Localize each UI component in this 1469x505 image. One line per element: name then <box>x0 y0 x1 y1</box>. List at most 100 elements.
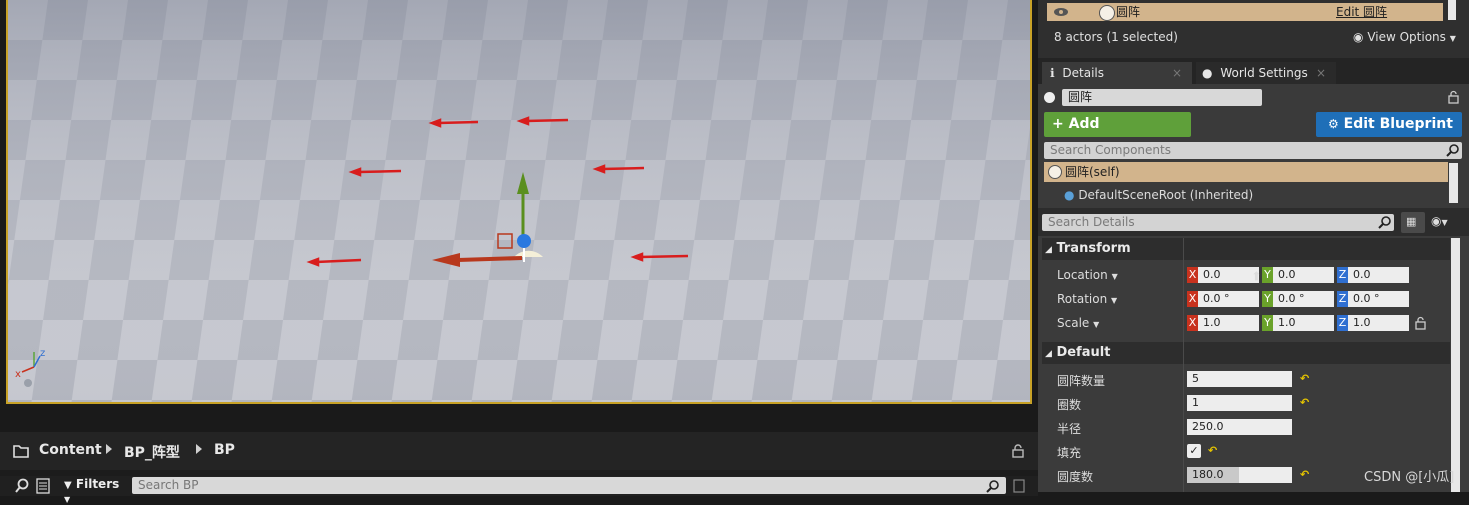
actor-icon <box>1048 165 1062 179</box>
search-components-placeholder: Search Components <box>1050 143 1171 157</box>
components-scrollbar[interactable] <box>1449 163 1458 203</box>
property-matrix-button[interactable]: ▦ <box>1401 212 1425 233</box>
arc-degrees-value: 180.0 <box>1192 468 1224 481</box>
lock-icon[interactable] <box>1447 90 1461 104</box>
scale-x-field[interactable]: X 1.0 <box>1187 315 1259 331</box>
search-details-input[interactable]: Search Details <box>1042 214 1394 231</box>
outliner-edit-link[interactable]: Edit 圆阵 <box>1336 3 1387 21</box>
eye-icon: ◉ <box>1353 30 1364 44</box>
tab-details[interactable]: ℹ Details × <box>1042 62 1192 84</box>
prop-scale: Scale ▼ X 1.0 Y 1.0 Z 1.0 <box>1042 312 1450 336</box>
breadcrumb-bp-formation[interactable]: BP_阵型 <box>124 442 180 462</box>
view-options-button[interactable]: ◉ View Options ▼ <box>1353 30 1456 44</box>
add-component-button[interactable]: + Add Component ▼ <box>1044 112 1191 157</box>
location-y-value[interactable]: 0.0 <box>1273 267 1334 283</box>
reset-default-icon[interactable]: ↶ <box>1300 396 1309 409</box>
content-browser: Content BP_阵型 BP ▼ Filters ▼ Search BP <box>0 404 1038 504</box>
scale-y-field[interactable]: Y 1.0 <box>1262 315 1334 331</box>
scale-x-value[interactable]: 1.0 <box>1198 315 1259 331</box>
details-view-options-button[interactable]: ◉▼ <box>1431 214 1448 228</box>
actor-icon <box>1099 5 1115 21</box>
rotation-x-field[interactable]: X 0.0 ° <box>1187 291 1259 307</box>
radius-label: 半径 <box>1057 422 1082 436</box>
details-scrollbar[interactable] <box>1451 238 1460 492</box>
eye-icon: ◉ <box>1431 214 1442 228</box>
x-axis-badge: X <box>1187 315 1198 331</box>
breadcrumb-bp[interactable]: BP <box>214 442 235 458</box>
ring-count-label: 圈数 <box>1057 398 1082 412</box>
location-z-value[interactable]: 0.0 <box>1348 267 1409 283</box>
rotation-y-value[interactable]: 0.0 ° <box>1273 291 1334 307</box>
y-axis-badge: Y <box>1262 315 1273 331</box>
scale-z-value[interactable]: 1.0 <box>1348 315 1409 331</box>
search-details-placeholder: Search Details <box>1048 215 1135 229</box>
rotation-label[interactable]: Rotation ▼ <box>1057 292 1117 306</box>
edit-blueprint-button[interactable]: ⚙ Edit Blueprint ▼ <box>1316 112 1462 156</box>
array-count-label: 圆阵数量 <box>1057 374 1106 388</box>
level-viewport[interactable]: x z <box>6 0 1032 404</box>
location-x-field[interactable]: X 0.0 ⬈ <box>1187 267 1265 284</box>
section-transform[interactable]: ◢ Transform <box>1042 238 1450 260</box>
search-icon[interactable] <box>1378 215 1392 229</box>
breadcrumb-separator-icon[interactable] <box>196 444 202 454</box>
scale-label[interactable]: Scale ▼ <box>1057 316 1099 330</box>
section-default[interactable]: ◢ Default <box>1042 342 1450 364</box>
z-axis-badge: Z <box>1337 315 1348 331</box>
actor-name-field[interactable]: 圆阵 <box>1062 89 1262 106</box>
search-components-input[interactable]: Search Components <box>1044 142 1462 159</box>
component-self[interactable]: 圆阵(self) <box>1044 162 1448 182</box>
component-default-scene-root[interactable]: ● DefaultSceneRoot (Inherited) <box>1064 188 1253 202</box>
breadcrumb-content[interactable]: Content <box>39 442 102 458</box>
folder-icon <box>13 445 29 458</box>
filters-button[interactable]: ▼ Filters ▼ <box>64 477 128 504</box>
location-z-field[interactable]: Z 0.0 <box>1337 267 1409 283</box>
rotation-z-field[interactable]: Z 0.0 ° <box>1337 291 1409 307</box>
reset-default-icon[interactable]: ↶ <box>1300 468 1309 481</box>
content-search-input[interactable]: Search BP <box>132 477 1006 494</box>
breadcrumb-separator-icon[interactable] <box>106 444 112 454</box>
chevron-down-icon: ▼ <box>1111 272 1118 281</box>
location-y-field[interactable]: Y 0.0 <box>1262 267 1334 283</box>
actor-count: 8 actors (1 selected) <box>1054 30 1178 44</box>
outliner-selected-row[interactable]: 圆阵 Edit 圆阵 <box>1047 3 1443 21</box>
rotation-y-field[interactable]: Y 0.0 ° <box>1262 291 1334 307</box>
breadcrumb: Content BP_阵型 BP <box>0 432 1038 470</box>
search-icon[interactable] <box>986 479 1000 493</box>
lock-icon[interactable] <box>1415 316 1427 330</box>
globe-icon: ● <box>1202 66 1213 80</box>
ring-count-input[interactable]: 1 <box>1187 395 1292 411</box>
rotation-x-value[interactable]: 0.0 ° <box>1198 291 1259 307</box>
tab-world-settings[interactable]: ● World Settings × <box>1196 62 1336 84</box>
actor-icon <box>1044 92 1055 103</box>
eye-icon[interactable] <box>1053 7 1069 17</box>
array-count-input[interactable]: 5 <box>1187 371 1292 387</box>
world-outliner: 圆阵 Edit 圆阵 8 actors (1 selected) ◉ View … <box>1038 0 1469 58</box>
reset-default-icon[interactable]: ↶ <box>1300 372 1309 385</box>
grid-icon: ▦ <box>1406 215 1417 228</box>
radius-input[interactable]: 250.0 <box>1187 419 1292 435</box>
chevron-down-icon: ▼ <box>1449 34 1456 43</box>
close-icon[interactable]: × <box>1316 62 1326 84</box>
save-icon[interactable] <box>1013 479 1025 493</box>
svg-text:x: x <box>15 369 21 380</box>
lock-icon[interactable] <box>1011 444 1025 458</box>
fill-checkbox[interactable]: ✓ <box>1187 444 1201 458</box>
scale-z-field[interactable]: Z 1.0 <box>1337 315 1409 331</box>
gear-icon: ⚙ <box>1328 117 1339 131</box>
component-self-label: 圆阵(self) <box>1065 165 1120 179</box>
outliner-scrollbar[interactable] <box>1448 0 1456 20</box>
location-label[interactable]: Location ▼ <box>1057 268 1118 282</box>
chevron-down-icon: ▼ <box>1111 296 1118 305</box>
section-default-label: Default <box>1056 345 1111 360</box>
y-axis-badge: Y <box>1262 267 1273 283</box>
scale-y-value[interactable]: 1.0 <box>1273 315 1334 331</box>
arc-degrees-input[interactable]: 180.0 <box>1187 467 1292 483</box>
reset-default-icon[interactable]: ↶ <box>1208 444 1217 457</box>
chevron-down-icon: ◢ <box>1045 349 1052 359</box>
close-icon[interactable]: × <box>1172 62 1182 84</box>
scene-component-icon: ● <box>1064 188 1075 202</box>
tab-world-settings-label: World Settings <box>1220 66 1308 80</box>
search-icon[interactable] <box>1446 143 1460 157</box>
content-search-placeholder: Search BP <box>138 478 199 492</box>
rotation-z-value[interactable]: 0.0 ° <box>1348 291 1409 307</box>
